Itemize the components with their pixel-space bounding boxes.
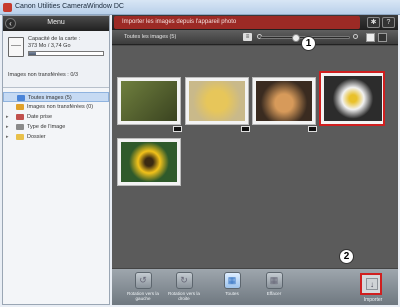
tree-item-all-images[interactable]: Toutes images (5) [3, 92, 109, 102]
photo-daisy [324, 76, 382, 121]
transfer-mark-icon [241, 126, 250, 132]
tree-item-label: Toutes images (5) [28, 95, 72, 101]
rotate-left-icon: ↺ [134, 272, 152, 289]
capacity-bar [28, 51, 104, 56]
header: Importer les images depuis l'appareil ph… [112, 15, 398, 30]
select-all-label: Toutes [225, 291, 239, 296]
window-titlebar: Canon Utilities CameraWindow DC [0, 0, 400, 15]
rotate-right-label: Rotation vers la droite [168, 291, 200, 301]
tab-all-images[interactable]: Toutes les images (5) [124, 34, 176, 40]
thumbnail-cat[interactable] [117, 77, 182, 132]
rotate-right-icon: ↻ [175, 272, 193, 289]
select-all-icon: ▦ [223, 272, 241, 289]
erase-label: Effacer [266, 291, 282, 296]
category-tree: Toutes images (5) Images non transférées… [3, 88, 109, 142]
capacity-value: 373 Mo / 3,74 Go [28, 43, 71, 49]
thumbnail-daisy[interactable] [319, 71, 385, 126]
window-title: Canon Utilities CameraWindow DC [15, 3, 124, 10]
tree-item-label: Type de l'image [27, 124, 66, 130]
all-images-icon [17, 95, 25, 101]
zoom-in-icon[interactable] [353, 34, 358, 39]
import-label: Importer [363, 297, 383, 303]
untransferred-icon [16, 104, 24, 110]
main-area: Importer les images depuis l'appareil ph… [112, 15, 398, 305]
expand-triangle-icon[interactable]: ▸ [6, 112, 9, 122]
transfer-mark-icon [308, 126, 317, 132]
single-view-button[interactable] [378, 33, 387, 42]
image-toolbar: Toutes les images (5) ≡ [112, 30, 398, 45]
zoom-slider-thumb[interactable] [292, 34, 301, 42]
tree-item-label: Date prise [27, 114, 53, 120]
thumbnail-kitten[interactable] [252, 77, 317, 132]
gear-icon: ✱ [370, 19, 377, 26]
folder-icon [16, 134, 24, 140]
import-arrow-icon: ↓ [366, 278, 378, 290]
photo-cat [121, 81, 177, 121]
tree-item-date[interactable]: ▸ Date prise [3, 112, 109, 122]
tree-item-label: Dossier [27, 134, 46, 140]
left-panel: ‹ Menu Capacité de la carte : 373 Mo / 3… [2, 15, 110, 305]
tree-item-image-type[interactable]: ▸ Type de l'image [3, 122, 109, 132]
erase-icon: ▦ [265, 272, 283, 289]
tree-item-untransferred[interactable]: Images non transférées (0) [3, 102, 109, 112]
app-icon [3, 3, 12, 12]
menu-button[interactable]: Menu [3, 19, 109, 26]
image-type-icon [16, 124, 24, 130]
callout-1: 1 [301, 36, 316, 51]
sort-button[interactable]: ≡ [243, 33, 252, 41]
callout-2: 2 [339, 249, 354, 264]
grid-view-button[interactable] [366, 33, 375, 42]
settings-button[interactable]: ✱ [367, 17, 380, 28]
tree-item-label: Images non transférées (0) [27, 104, 94, 110]
expand-triangle-icon[interactable]: ▸ [6, 132, 9, 142]
import-button[interactable]: ↓ [360, 273, 382, 295]
erase-button[interactable]: ▦ Effacer [257, 272, 291, 296]
menu-bar: ‹ Menu [3, 16, 109, 31]
photo-sunflower [121, 142, 177, 182]
rotate-right-button[interactable]: ↻ Rotation vers la droite [167, 272, 201, 301]
thumbnail-chick[interactable] [185, 77, 250, 132]
calendar-icon [16, 114, 24, 120]
rotate-left-button[interactable]: ↺ Rotation vers la gauche [126, 272, 160, 301]
tree-item-folder[interactable]: ▸ Dossier [3, 132, 109, 142]
thumbnail-sunflower[interactable] [117, 138, 181, 186]
help-button[interactable]: ? [382, 17, 395, 28]
card-info: Capacité de la carte : 373 Mo / 3,74 Go … [3, 31, 109, 88]
capacity-bar-fill [29, 52, 37, 55]
memory-card-icon [8, 37, 24, 57]
action-bar: ↺ Rotation vers la gauche ↻ Rotation ver… [112, 268, 398, 305]
capacity-label: Capacité de la carte : [28, 36, 80, 42]
rotate-left-label: Rotation vers la gauche [127, 291, 159, 301]
photo-kitten [256, 81, 312, 121]
photo-chick [189, 81, 245, 121]
transfer-mark-icon [173, 126, 182, 132]
expand-triangle-icon[interactable]: ▸ [6, 122, 9, 132]
page-title: Importer les images depuis l'appareil ph… [114, 16, 360, 29]
untransferred-count: Images non transférées : 0/3 [8, 72, 79, 78]
thumbnail-grid [112, 46, 398, 268]
select-all-button[interactable]: ▦ Toutes [215, 272, 249, 296]
